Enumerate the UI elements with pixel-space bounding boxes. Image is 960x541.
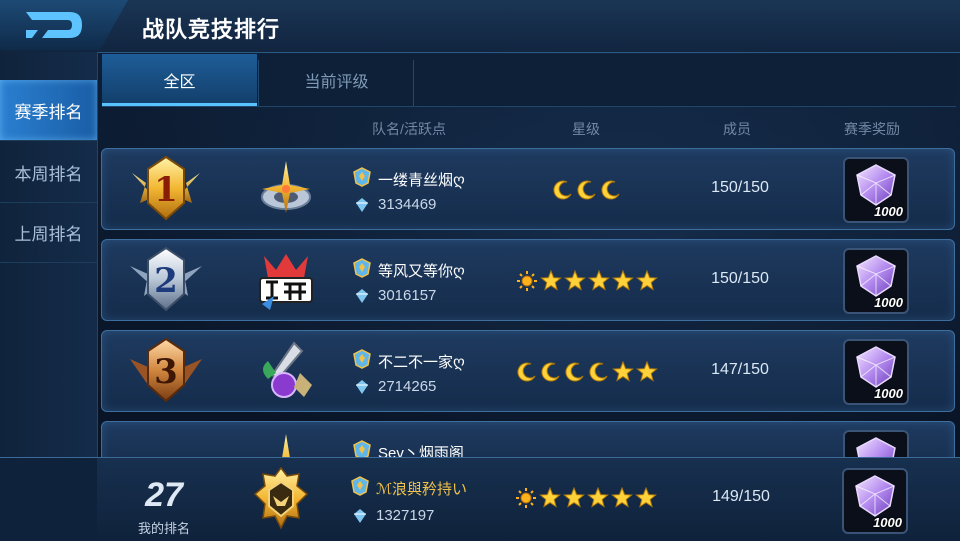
tab-all-region[interactable]: 全区 <box>102 54 257 106</box>
member-count: 150/150 <box>711 179 769 196</box>
rank-number-2: 2 <box>154 261 178 301</box>
reward-quantity: 1000 <box>874 386 903 401</box>
column-header-members: 成员 <box>723 121 751 137</box>
my-rank-bar-left <box>0 457 97 541</box>
rank-3-bronze-medal-icon: 3 <box>130 337 202 403</box>
moon-icon <box>541 362 560 382</box>
my-rank-label: 我的排名 <box>137 521 190 536</box>
star-icon <box>588 270 610 291</box>
team-logo-icon <box>259 254 313 310</box>
column-header-reward: 赛季奖励 <box>844 121 900 137</box>
rank-number-3: 3 <box>154 352 178 392</box>
season-reward[interactable]: 1000 <box>843 248 909 314</box>
star-icon <box>636 361 658 382</box>
sidebar-item-this-week-rank[interactable]: 本周排名 <box>0 142 97 203</box>
star-icon <box>563 487 585 508</box>
back-button[interactable] <box>0 0 128 50</box>
member-count: 150/150 <box>711 270 769 287</box>
star-rating <box>512 179 662 203</box>
my-team-name: ℳ浪與矜持い <box>376 481 468 498</box>
sun-icon <box>517 271 537 291</box>
star-icon <box>612 361 634 382</box>
moon-icon <box>553 180 572 200</box>
column-header-team: 队名/活跃点 <box>372 121 446 137</box>
my-member-count: 149/150 <box>712 488 770 505</box>
team-emblem-icon <box>351 476 369 496</box>
diamond-gem-icon <box>855 475 895 517</box>
tab-divider <box>413 60 414 106</box>
activity-points: 2714265 <box>378 378 437 395</box>
team-name: 等风又等你ღ <box>378 263 465 280</box>
moon-icon <box>577 180 596 200</box>
my-season-reward[interactable]: 1000 <box>842 468 908 534</box>
moon-icon <box>517 362 536 382</box>
star-icon <box>635 487 657 508</box>
member-count: 147/150 <box>711 361 769 378</box>
sun-icon <box>516 488 536 508</box>
star-icon <box>540 270 562 291</box>
diamond-gem-icon <box>856 255 896 297</box>
team-logo-icon <box>261 161 311 213</box>
reward-quantity: 1000 <box>874 295 903 310</box>
back-arrow-icon <box>26 12 82 38</box>
reward-quantity: 1000 <box>873 515 902 530</box>
my-rank-number: 27 <box>145 476 183 514</box>
team-emblem-icon <box>353 258 371 278</box>
tab-current-rating[interactable]: 当前评级 <box>259 54 414 106</box>
activity-points-icon <box>356 198 368 212</box>
season-reward[interactable]: 1000 <box>843 339 909 405</box>
team-emblem-icon <box>353 167 371 187</box>
activity-points-icon <box>354 509 366 523</box>
column-header-stars: 星级 <box>572 121 600 137</box>
rank-1-gold-medal-icon: 1 <box>132 155 200 221</box>
activity-points-icon <box>356 380 368 394</box>
star-rating <box>512 361 662 385</box>
team-logo-icon <box>263 341 312 398</box>
ranking-row[interactable]: 3 不二不一家ღ 2714265 147/150 1000 <box>101 330 955 412</box>
my-team-logo-icon <box>253 466 309 530</box>
rank-2-silver-medal-icon: 2 <box>130 246 202 312</box>
star-icon <box>636 270 658 291</box>
activity-points-icon <box>356 289 368 303</box>
star-icon <box>587 487 609 508</box>
rank-number-1: 1 <box>154 170 178 210</box>
star-icon <box>612 270 634 291</box>
team-name: 一缕青丝烟ღ <box>378 172 465 189</box>
star-rating <box>512 270 662 294</box>
sidebar-item-season-rank[interactable]: 赛季排名 <box>0 80 97 141</box>
reward-quantity: 1000 <box>874 204 903 219</box>
top-bar: 战队竞技排行 <box>0 0 960 53</box>
page-title: 战队竞技排行 <box>142 17 281 42</box>
diamond-gem-icon <box>856 164 896 206</box>
star-icon <box>539 487 561 508</box>
my-rank-bar: ℳ浪與矜持い 1327197 149/150 1000 <box>97 457 960 541</box>
moon-icon <box>565 362 584 382</box>
sidebar-item-last-week-rank[interactable]: 上周排名 <box>0 202 97 263</box>
ranking-row[interactable]: 1 一缕青丝烟ღ 3134469 150/150 1000 <box>101 148 955 230</box>
season-reward[interactable]: 1000 <box>843 157 909 223</box>
activity-points: 3134469 <box>378 196 437 213</box>
ranking-row[interactable]: 2 等风又等你ღ 3016157 150/150 1000 <box>101 239 955 321</box>
star-icon <box>564 270 586 291</box>
star-icon <box>611 487 633 508</box>
team-emblem-icon <box>353 349 371 369</box>
activity-points: 3016157 <box>378 287 437 304</box>
diamond-gem-icon <box>856 346 896 388</box>
my-activity-points: 1327197 <box>376 507 435 524</box>
moon-icon <box>589 362 608 382</box>
moon-icon <box>601 180 620 200</box>
team-name: 不二不一家ღ <box>378 354 465 371</box>
tab-bar: 全区 当前评级 <box>102 54 956 107</box>
my-star-rating <box>511 487 661 511</box>
